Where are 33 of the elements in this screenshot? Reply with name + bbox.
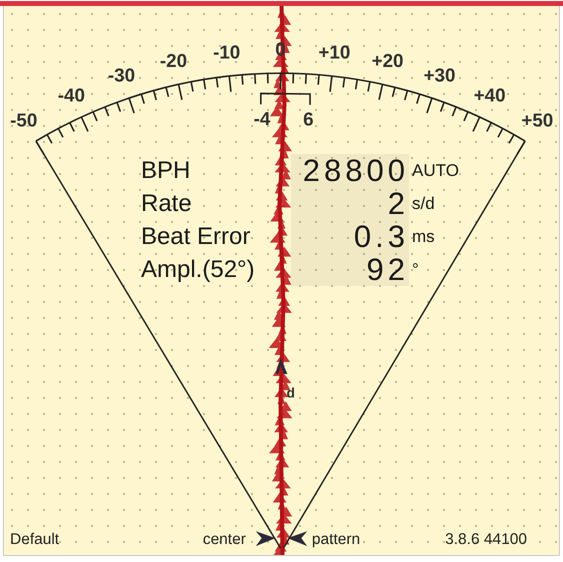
scale-label: -30 — [108, 64, 136, 86]
scale-label: +20 — [372, 50, 404, 72]
preset-label: Default — [10, 531, 60, 549]
range-high-label: 6 — [303, 108, 314, 130]
reading-unit: ms — [411, 226, 436, 246]
reading-value: 0.3 — [291, 220, 409, 253]
reading-unit: AUTO — [411, 160, 459, 180]
range-bracket — [260, 92, 311, 105]
pattern-label: pattern — [312, 531, 360, 549]
pattern-chevron-icon — [287, 531, 308, 546]
reading-label: Ampl.(52°) — [141, 255, 256, 285]
pointer-label: d — [286, 384, 295, 401]
center-chevron-icon — [256, 531, 276, 546]
scale-label: +30 — [424, 64, 456, 86]
reading-label: BPH — [141, 156, 192, 186]
reading-unit: ° — [411, 260, 420, 280]
scale-label: +40 — [474, 84, 506, 106]
reading-value: 2 — [291, 187, 409, 220]
reading-unit: s/d — [411, 194, 436, 214]
pointer-icon — [276, 358, 288, 374]
reading-value: 28800 — [291, 154, 409, 187]
reading-value: 92 — [291, 253, 409, 286]
scale-label: +50 — [521, 110, 554, 131]
center-label: center — [202, 531, 246, 549]
reading-label: Rate — [141, 189, 193, 219]
reading-label: Beat Error — [141, 222, 252, 252]
scale-label: -10 — [213, 41, 240, 62]
scale-label: -20 — [160, 50, 188, 72]
version-label: 3.8.6 44100 — [445, 531, 527, 549]
range-low-label: -4 — [254, 108, 270, 130]
scale-label: -50 — [10, 110, 38, 131]
scale-label: +10 — [318, 41, 350, 62]
scale-label: -40 — [58, 84, 85, 106]
